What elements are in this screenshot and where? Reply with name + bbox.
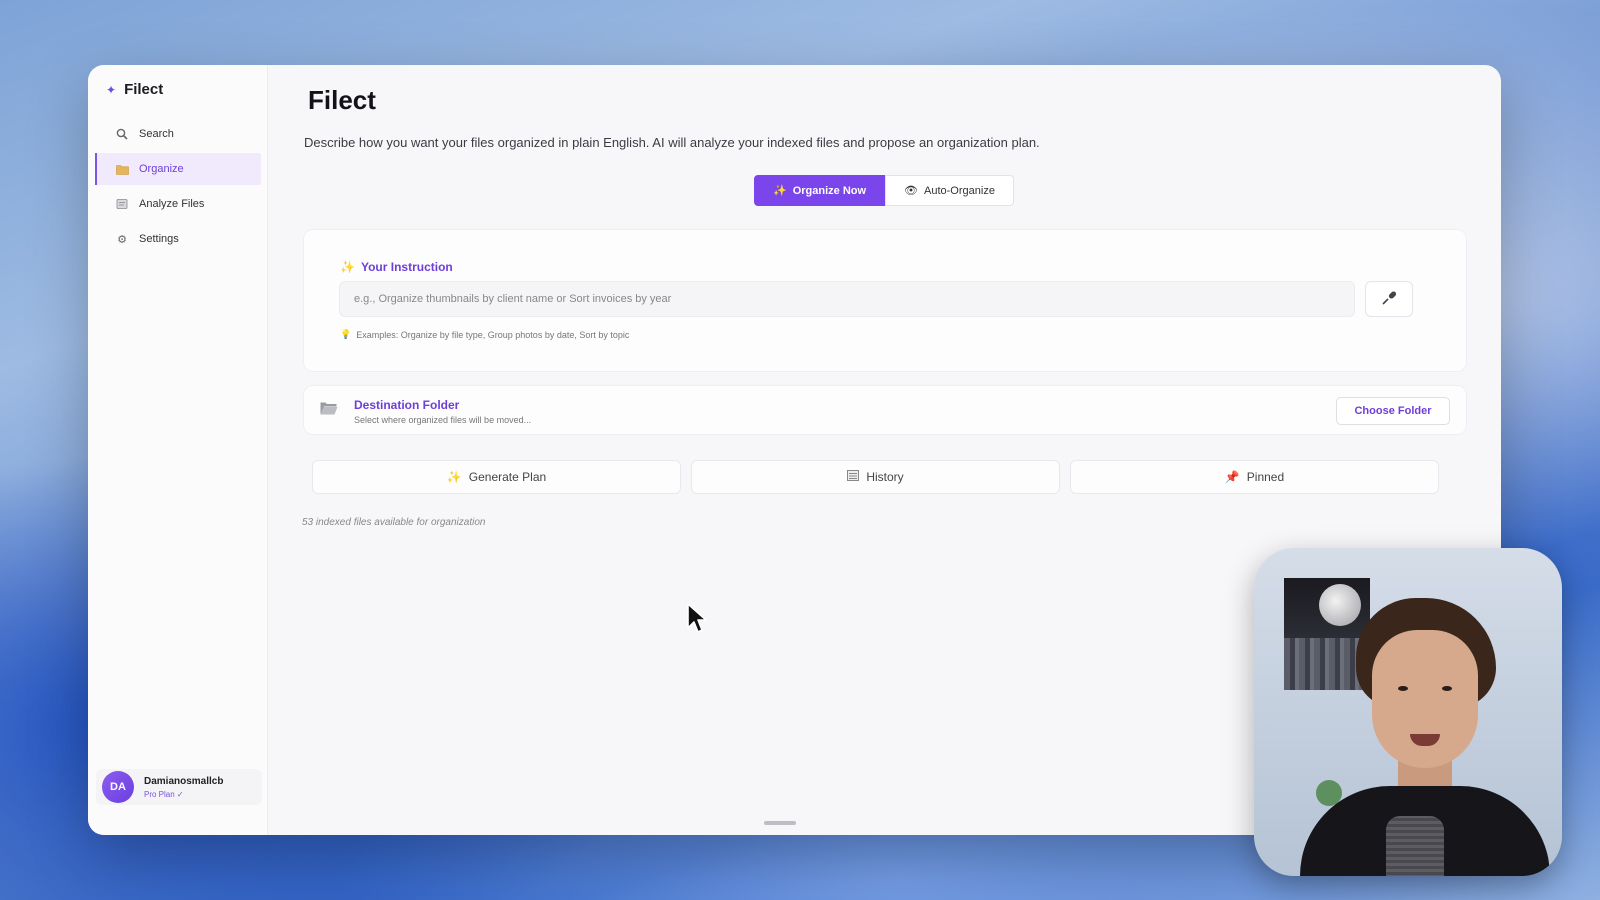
user-profile[interactable]: DA Damianosmallcb Pro Plan ✓ <box>96 769 262 805</box>
page-description: Describe how you want your files organiz… <box>304 135 1040 150</box>
history-icon <box>847 470 860 484</box>
mouse-cursor-icon <box>687 603 707 633</box>
presenter-eye <box>1442 686 1452 691</box>
auto-organize-button[interactable]: 👁 Auto-Organize <box>885 175 1014 206</box>
avatar: DA <box>102 771 134 803</box>
moon-shape <box>1319 584 1361 626</box>
search-icon <box>115 127 129 141</box>
folder-open-icon <box>320 401 338 420</box>
examples-text: Examples: Organize by file type, Group p… <box>356 329 630 340</box>
eye-icon: 👁 <box>904 185 919 197</box>
sidebar-item-analyze-files[interactable]: Analyze Files <box>95 188 261 220</box>
presenter-face <box>1372 630 1478 768</box>
generate-plan-label: Generate Plan <box>468 470 547 484</box>
indexed-files-status: 53 indexed files available for organizat… <box>302 517 486 528</box>
destination-card: Destination Folder Select where organize… <box>303 385 1467 435</box>
resize-handle[interactable] <box>764 821 796 825</box>
instruction-input[interactable] <box>339 281 1355 317</box>
sidebar-item-organize[interactable]: Organize <box>95 153 261 185</box>
presenter-eye <box>1398 686 1408 691</box>
sparkle-icon: ✨ <box>773 185 787 197</box>
instruction-heading-text: Your Instruction <box>360 260 453 274</box>
pin-icon: 📌 <box>1224 470 1240 484</box>
generate-plan-button[interactable]: ✨ Generate Plan <box>312 460 681 494</box>
sidebar-item-label: Analyze Files <box>139 198 205 210</box>
organize-now-button[interactable]: ✨ Organize Now <box>754 175 886 206</box>
history-button[interactable]: History <box>691 460 1060 494</box>
action-bar: ✨ Generate Plan History 📌 Pinned <box>312 460 1439 494</box>
pinned-label: Pinned <box>1246 470 1285 484</box>
brand: ✦ Filect <box>106 81 163 98</box>
document-icon <box>115 197 129 211</box>
webcam-overlay <box>1254 548 1562 876</box>
microphone-shape <box>1386 816 1444 876</box>
destination-title: Destination Folder <box>354 398 460 412</box>
app-name: Filect <box>124 81 164 98</box>
sidebar-item-settings[interactable]: ⚙ Settings <box>95 223 261 255</box>
user-plan: Pro Plan ✓ <box>144 789 184 799</box>
organize-now-label: Organize Now <box>792 184 867 197</box>
instruction-heading: ✨ Your Instruction <box>340 260 453 274</box>
mode-toggle: ✨ Organize Now 👁 Auto-Organize <box>754 175 1014 206</box>
user-name: Damianosmallcb <box>144 775 224 787</box>
destination-subtitle: Select where organized files will be mov… <box>354 415 532 425</box>
sparkle-icon: ✨ <box>340 260 355 274</box>
instruction-examples: 💡 Examples: Organize by file type, Group… <box>340 329 629 340</box>
history-label: History <box>866 470 904 484</box>
sidebar-nav: Search Organize Analyze Files ⚙ Settings <box>95 118 261 258</box>
instruction-card: ✨ Your Instruction 💡 Examples: Organize … <box>303 229 1467 372</box>
folder-icon <box>115 162 129 176</box>
presenter-mouth <box>1410 734 1440 746</box>
gear-icon: ⚙ <box>117 233 127 246</box>
sparkle-icon: ✦ <box>106 82 117 97</box>
sidebar-item-label: Search <box>139 128 174 140</box>
sparkle-icon: ✨ <box>446 470 462 484</box>
sidebar-item-label: Settings <box>139 233 179 245</box>
sidebar-item-label: Organize <box>139 163 184 175</box>
page-title: Filect <box>308 85 376 115</box>
microphone-button[interactable] <box>1365 281 1413 317</box>
sidebar: ✦ Filect Search Organize Analyze Files ⚙… <box>88 65 268 835</box>
lightbulb-icon: 💡 <box>340 329 352 339</box>
sidebar-item-search[interactable]: Search <box>95 118 261 150</box>
microphone-icon <box>1381 290 1397 309</box>
pinned-button[interactable]: 📌 Pinned <box>1070 460 1439 494</box>
choose-folder-button[interactable]: Choose Folder <box>1336 397 1450 425</box>
auto-organize-label: Auto-Organize <box>924 184 995 197</box>
